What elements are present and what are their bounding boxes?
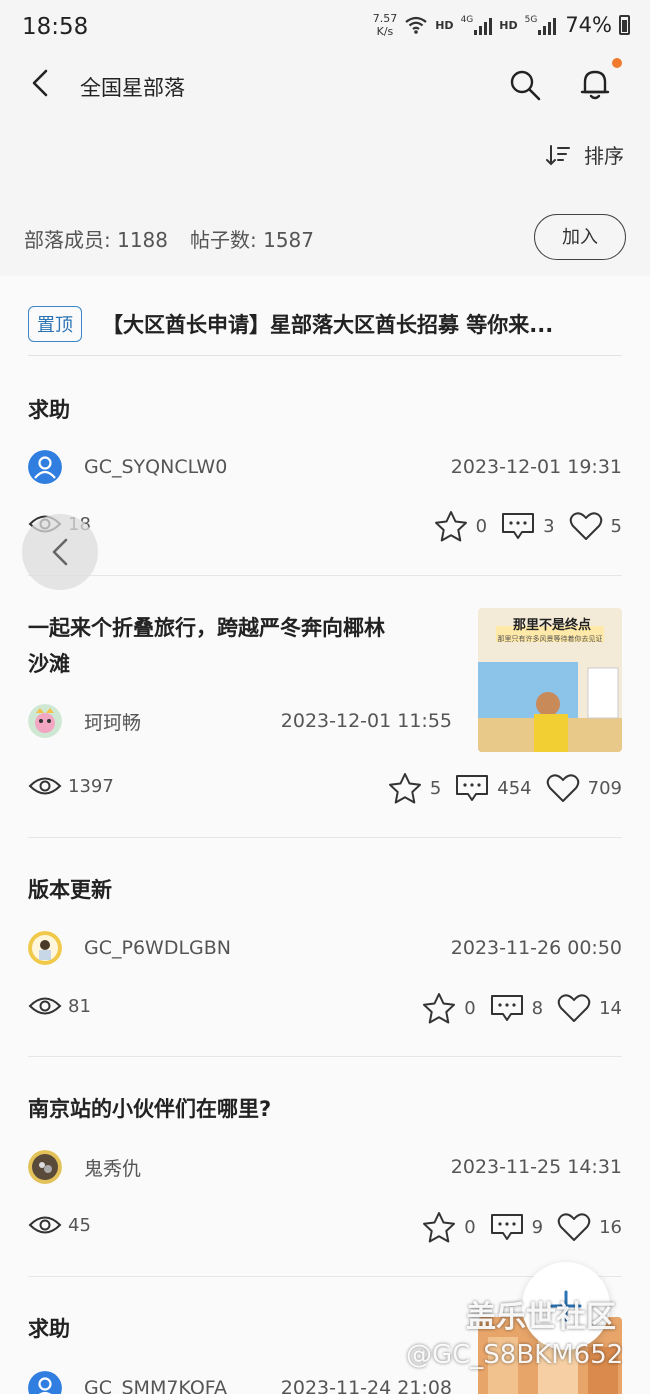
post-item[interactable]: 版本更新 GC_P6WDLGBN 2023-11-26 00:50 81 0 8… — [28, 838, 622, 1057]
comment-icon — [502, 513, 535, 539]
sort-icon — [546, 144, 570, 165]
eye-icon — [28, 777, 62, 795]
post-item[interactable]: 一起来个折叠旅行，跨越严冬奔向椰林 沙滩 那里不是终点 那里只有许多风景等待着你… — [28, 576, 622, 838]
post-title: 一起来个折叠旅行，跨越严冬奔向椰林 沙滩 — [28, 616, 385, 676]
avatar — [28, 931, 62, 965]
view-count: 45 — [28, 1214, 91, 1236]
pinned-post[interactable]: 置顶 【大区酋长申请】星部落大区酋长招募 等你来... — [28, 300, 622, 356]
app-header: 全国星部落 — [0, 56, 650, 116]
avatar — [28, 1150, 62, 1184]
heart-icon — [569, 512, 602, 540]
star-icon — [388, 773, 421, 804]
post-date: 2023-12-01 19:31 — [450, 456, 622, 478]
like-action[interactable]: 14 — [557, 993, 622, 1023]
post-title: 版本更新 — [28, 878, 112, 902]
post-count: 帖子数: 1587 — [190, 228, 314, 252]
comment-icon — [490, 995, 523, 1021]
wifi-icon — [405, 16, 427, 34]
post-title: 南京站的小伙伴们在哪里? — [28, 1097, 272, 1121]
author-name: 鬼秀仇 — [84, 1157, 142, 1180]
post-thumbnail: 那里不是终点 那里只有许多风景等待着你去见证 — [478, 608, 622, 752]
heart-icon — [557, 994, 591, 1022]
search-icon[interactable] — [508, 68, 542, 102]
floating-back-button[interactable] — [22, 514, 98, 590]
comment-action[interactable]: 3 — [501, 511, 555, 541]
signal-5g-icon: 5G — [525, 15, 557, 35]
post-title: 求助 — [28, 398, 70, 422]
author-name: GC_P6WDLGBN — [84, 937, 232, 959]
bell-icon[interactable] — [578, 66, 612, 102]
status-time: 18:58 — [22, 14, 89, 40]
like-action[interactable]: 5 — [569, 511, 622, 541]
watermark-brand: 盖乐世社区 — [466, 1300, 616, 1335]
sort-label: 排序 — [584, 144, 624, 168]
post-actions: 5 454 709 — [374, 772, 622, 804]
comment-icon — [490, 1214, 523, 1240]
heart-icon — [557, 1213, 591, 1241]
view-count: 1397 — [28, 775, 114, 797]
author-name: GC_SYQNCLW0 — [84, 456, 228, 478]
comment-icon — [456, 775, 489, 801]
network-speed: 7.57 K/s — [372, 12, 398, 38]
tribe-stats: 部落成员: 1188 帖子数: 1587 — [24, 224, 314, 253]
post-author[interactable]: GC_P6WDLGBN — [28, 931, 231, 965]
star-action[interactable]: 0 — [434, 510, 487, 542]
sort-button[interactable]: 排序 — [546, 140, 624, 169]
view-count: 81 — [28, 995, 91, 1017]
avatar — [28, 1371, 62, 1394]
post-actions: 0 8 14 — [408, 992, 622, 1024]
post-date: 2023-12-01 11:55 — [280, 710, 452, 732]
like-action[interactable]: 16 — [557, 1212, 622, 1242]
post-list: 置顶 【大区酋长申请】星部落大区酋长招募 等你来... 求助 GC_SYQNCL… — [0, 276, 650, 1394]
star-action[interactable]: 0 — [422, 1211, 476, 1243]
watermark-user: @GC_S8BKM652 — [406, 1340, 624, 1370]
post-actions: 0 9 16 — [408, 1211, 622, 1243]
star-icon — [423, 1212, 456, 1243]
post-item[interactable]: 南京站的小伙伴们在哪里? 鬼秀仇 2023-11-25 14:31 45 0 9… — [28, 1057, 622, 1277]
thumbnail-caption: 那里不是终点 — [512, 618, 591, 633]
chevron-left-icon — [52, 538, 68, 566]
comment-action[interactable]: 9 — [490, 1212, 543, 1242]
comment-action[interactable]: 454 — [455, 773, 532, 803]
battery-icon — [619, 15, 630, 35]
avatar — [28, 450, 62, 484]
post-author[interactable]: 鬼秀仇 — [28, 1150, 141, 1184]
star-icon — [423, 993, 456, 1024]
back-arrow-icon[interactable] — [26, 68, 56, 98]
eye-icon — [28, 1216, 62, 1234]
post-actions: 0 3 5 — [420, 510, 622, 542]
page-title: 全国星部落 — [80, 76, 185, 100]
author-name: 珂珂畅 — [84, 711, 142, 734]
post-title: 求助 — [28, 1317, 70, 1341]
notification-dot — [612, 58, 622, 68]
star-action[interactable]: 0 — [422, 992, 476, 1024]
post-author[interactable]: GC_SMM7KOFA — [28, 1371, 227, 1394]
eye-icon — [28, 997, 62, 1015]
post-author[interactable]: GC_SYQNCLW0 — [28, 450, 227, 484]
star-action[interactable]: 5 — [388, 772, 441, 804]
join-button[interactable]: 加入 — [534, 214, 626, 260]
post-author[interactable]: 珂珂畅 — [28, 704, 141, 738]
like-action[interactable]: 709 — [546, 773, 622, 803]
author-name: GC_SMM7KOFA — [84, 1377, 227, 1394]
heart-icon — [546, 774, 579, 802]
post-date: 2023-11-24 21:08 — [280, 1377, 452, 1394]
post-date: 2023-11-25 14:31 — [450, 1156, 622, 1178]
pinned-badge: 置顶 — [28, 305, 82, 342]
star-icon — [434, 511, 467, 542]
pinned-title: 【大区酋长申请】星部落大区酋长招募 等你来... — [102, 312, 554, 337]
thumbnail-subcaption: 那里只有许多风景等待着你去见证 — [497, 635, 603, 643]
member-count: 部落成员: 1188 — [24, 228, 168, 252]
post-date: 2023-11-26 00:50 — [450, 937, 622, 959]
hd-label-2: HD — [499, 18, 518, 32]
signal-4g-icon: 4G — [461, 15, 493, 35]
post-item[interactable]: 求助 GC_SYQNCLW0 2023-12-01 19:31 18 0 3 5 — [28, 356, 622, 576]
status-bar: 18:58 7.57 K/s HD 4G HD 5G 74% — [0, 0, 650, 56]
comment-action[interactable]: 8 — [490, 993, 543, 1023]
battery-percent: 74% — [565, 13, 612, 37]
status-icons: 7.57 K/s HD 4G HD 5G 74% — [373, 12, 630, 38]
avatar — [28, 704, 62, 738]
hd-label: HD — [435, 18, 454, 32]
